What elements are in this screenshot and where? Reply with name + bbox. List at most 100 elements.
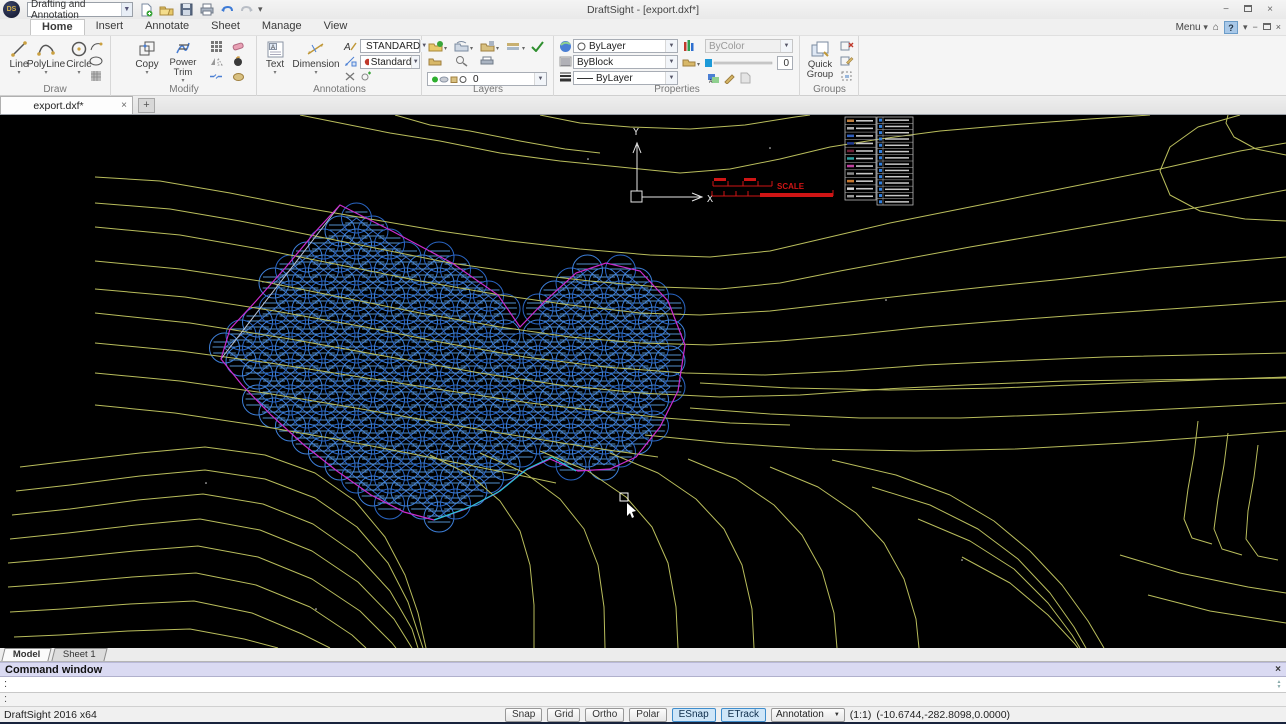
toggle-ortho[interactable]: Ortho <box>585 708 624 722</box>
draftsight-window: DS Drafting and Annotation ▼ <box>0 0 1286 724</box>
doc-restore-button[interactable] <box>1263 22 1271 33</box>
drawing-canvas[interactable]: YXSCALE <box>0 115 1286 648</box>
eraser-tool-icon[interactable] <box>230 39 246 53</box>
tab-annotate[interactable]: Annotate <box>134 19 200 35</box>
layer-preview-icon[interactable]: ▾ <box>453 39 475 53</box>
property-pencil-icon[interactable] <box>721 71 737 85</box>
qat-customize-button[interactable]: ▾ <box>258 4 263 15</box>
save-button[interactable] <box>178 2 195 18</box>
lineweight-combobox[interactable]: ByBlock ▼ <box>573 55 678 69</box>
layers-manager-icon[interactable]: ▾ <box>427 39 449 53</box>
linecolor-combobox[interactable]: ByLayer ▼ <box>573 39 678 53</box>
toggle-snap[interactable]: Snap <box>505 708 542 722</box>
arc-tool-icon[interactable] <box>88 39 104 53</box>
annotation-reset-icon[interactable] <box>342 69 358 83</box>
chevron-down-icon[interactable]: ▼ <box>121 3 132 16</box>
text-style-combobox[interactable]: STANDARD ▼ <box>360 39 420 53</box>
status-toggle-group: Snap Grid Ortho Polar ESnap ETrack Annotation… <box>505 708 1010 722</box>
layer-states-icon[interactable]: ▾ <box>479 39 501 53</box>
text-style-icon[interactable]: A <box>342 39 358 53</box>
open-file-button[interactable] <box>158 2 175 18</box>
menu-button[interactable]: Menu ▾ <box>1176 22 1208 33</box>
group-label-groups: Groups <box>801 84 858 96</box>
tab-sheet[interactable]: Sheet <box>200 19 251 35</box>
weld-tool-icon[interactable] <box>230 69 246 83</box>
style-icon <box>364 58 369 66</box>
linestyle-value: ByLayer <box>596 73 633 84</box>
property-page-icon[interactable] <box>737 71 753 85</box>
ucs-y-label: Y <box>633 127 639 138</box>
help-button[interactable]: ? <box>1224 21 1238 34</box>
doc-close-button[interactable]: × <box>1276 22 1281 32</box>
layer-print-icon[interactable] <box>479 54 495 68</box>
linestyle-icon[interactable] <box>557 69 573 83</box>
minimize-button[interactable]: − <box>1216 3 1236 17</box>
split-tool-icon[interactable] <box>208 69 224 83</box>
edit-group-icon[interactable] <box>839 54 855 68</box>
close-tab-icon[interactable]: × <box>116 100 132 111</box>
transparency-slider[interactable] <box>705 58 773 68</box>
dimension-style-icon[interactable] <box>342 54 358 68</box>
layer-find-icon[interactable] <box>453 54 469 68</box>
printer-icon <box>200 3 214 16</box>
dimension-button[interactable]: Dimension▾ <box>292 38 340 84</box>
command-input[interactable]: : ▲▼ <box>0 677 1286 693</box>
tab-view[interactable]: View <box>313 19 359 35</box>
pattern-tool-icon[interactable] <box>208 39 224 53</box>
app-logo-icon[interactable]: DS <box>3 1 20 18</box>
layer-check-icon[interactable] <box>529 39 545 53</box>
annotation-scale-combobox[interactable]: Annotation ▼ <box>771 708 845 722</box>
new-file-button[interactable] <box>138 2 155 18</box>
ungroup-icon[interactable] <box>839 39 855 53</box>
restore-button[interactable] <box>1238 3 1258 17</box>
document-tab-export[interactable]: export.dxf* × <box>0 96 133 114</box>
polyline-button[interactable]: PolyLine▾ <box>26 38 66 84</box>
ellipse-tool-icon[interactable] <box>88 54 104 68</box>
linestyle-combobox[interactable]: ByLayer ▼ <box>573 71 678 85</box>
command-history-spinner[interactable]: ▲▼ <box>1274 678 1284 691</box>
command-window-close-icon[interactable]: × <box>1275 664 1281 675</box>
hatch-tool-icon[interactable] <box>88 69 104 83</box>
home-view-button[interactable]: ⌂ <box>1213 22 1219 33</box>
new-document-tab-button[interactable]: + <box>138 98 155 113</box>
color-sphere-icon[interactable] <box>557 39 573 53</box>
tab-home[interactable]: Home <box>30 19 85 35</box>
transparency-value[interactable]: 0 <box>777 56 793 70</box>
dimension-style-combobox[interactable]: Standard ▼ <box>360 55 420 69</box>
richline-style-icon[interactable]: ▾ <box>681 55 703 69</box>
tab-insert[interactable]: Insert <box>85 19 135 35</box>
workspace-combobox[interactable]: Drafting and Annotation ▼ <box>27 2 133 17</box>
tab-manage[interactable]: Manage <box>251 19 313 35</box>
color-bars-icon[interactable] <box>681 39 697 53</box>
help-dropdown-button[interactable]: ▾ <box>1243 22 1248 33</box>
command-window-header[interactable]: Command window × <box>0 662 1286 677</box>
print-button[interactable] <box>198 2 215 18</box>
close-button[interactable]: × <box>1260 3 1280 17</box>
svg-text:▾: ▾ <box>697 62 700 68</box>
svg-text:▾: ▾ <box>496 46 499 52</box>
tab-sheet-1[interactable]: Sheet 1 <box>52 648 108 661</box>
power-trim-button[interactable]: Power Trim▾ <box>164 38 202 84</box>
copy-button[interactable]: Copy▾ <box>130 38 164 84</box>
annotation-scale-icon[interactable] <box>358 69 374 83</box>
undo-button[interactable] <box>218 2 235 18</box>
new-file-icon <box>140 3 153 17</box>
properties-painter-icon[interactable]: A <box>705 71 721 85</box>
toggle-grid[interactable]: Grid <box>547 708 580 722</box>
text-button[interactable]: A Text▾ <box>260 38 290 84</box>
doc-minimize-button[interactable]: − <box>1252 22 1257 32</box>
group-select-icon[interactable] <box>839 69 855 83</box>
group-label-modify: Modify <box>112 84 256 96</box>
explode-tool-icon[interactable] <box>230 54 246 68</box>
bycolor-combobox[interactable]: ByColor ▼ <box>705 39 793 53</box>
toggle-polar[interactable]: Polar <box>629 708 666 722</box>
lineweight-icon[interactable] <box>557 54 573 68</box>
layer-tools-icon[interactable]: ▾ <box>505 39 527 53</box>
tab-model[interactable]: Model <box>1 648 52 661</box>
quick-group-button[interactable]: Quick Group <box>804 38 836 84</box>
redo-button[interactable] <box>238 2 255 18</box>
toggle-esnap[interactable]: ESnap <box>672 708 716 722</box>
mirror-tool-icon[interactable] <box>208 54 224 68</box>
layer-activate-icon[interactable] <box>427 54 443 68</box>
toggle-etrack[interactable]: ETrack <box>721 708 766 722</box>
